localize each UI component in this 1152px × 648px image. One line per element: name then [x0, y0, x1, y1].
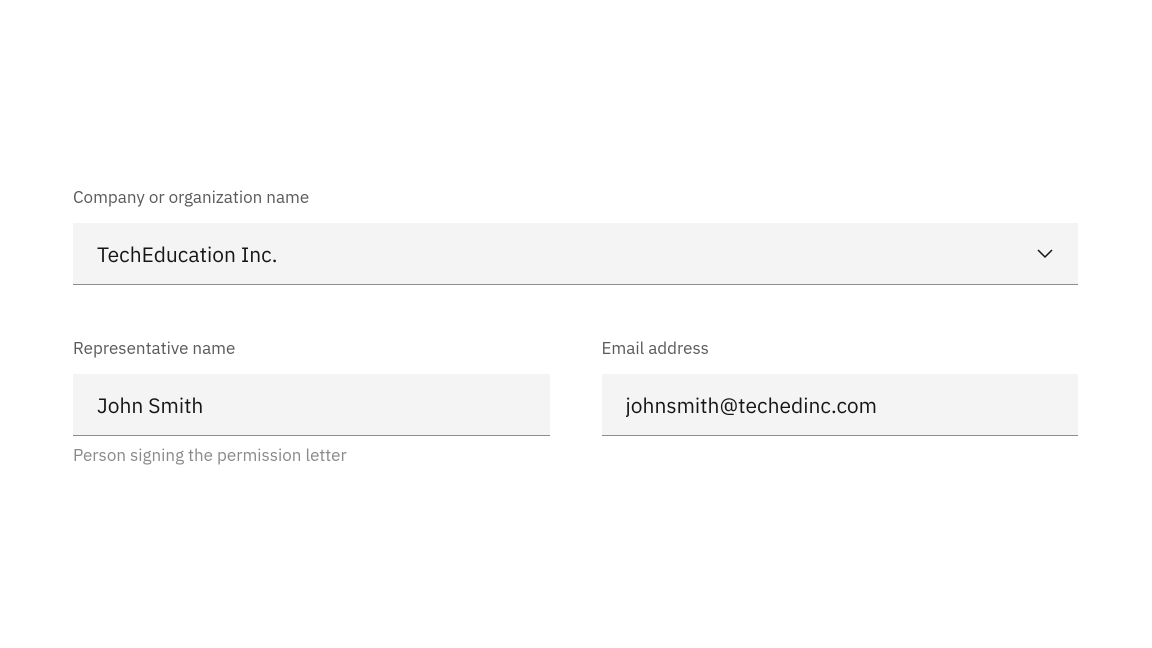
- representative-helper: Person signing the permission letter: [73, 444, 550, 466]
- representative-field-group: Representative name Person signing the p…: [73, 337, 550, 466]
- representative-input[interactable]: [73, 374, 550, 436]
- representative-label: Representative name: [73, 337, 550, 359]
- email-label: Email address: [602, 337, 1079, 359]
- company-dropdown-value: TechEducation Inc.: [97, 240, 277, 268]
- form-container: Company or organization name TechEducati…: [73, 186, 1078, 466]
- chevron-down-icon: [1036, 245, 1054, 263]
- company-dropdown[interactable]: TechEducation Inc.: [73, 223, 1078, 285]
- email-field-group: Email address: [602, 337, 1079, 466]
- company-label: Company or organization name: [73, 186, 1078, 208]
- email-input[interactable]: [602, 374, 1079, 436]
- company-field-group: Company or organization name TechEducati…: [73, 186, 1078, 285]
- field-row: Representative name Person signing the p…: [73, 337, 1078, 466]
